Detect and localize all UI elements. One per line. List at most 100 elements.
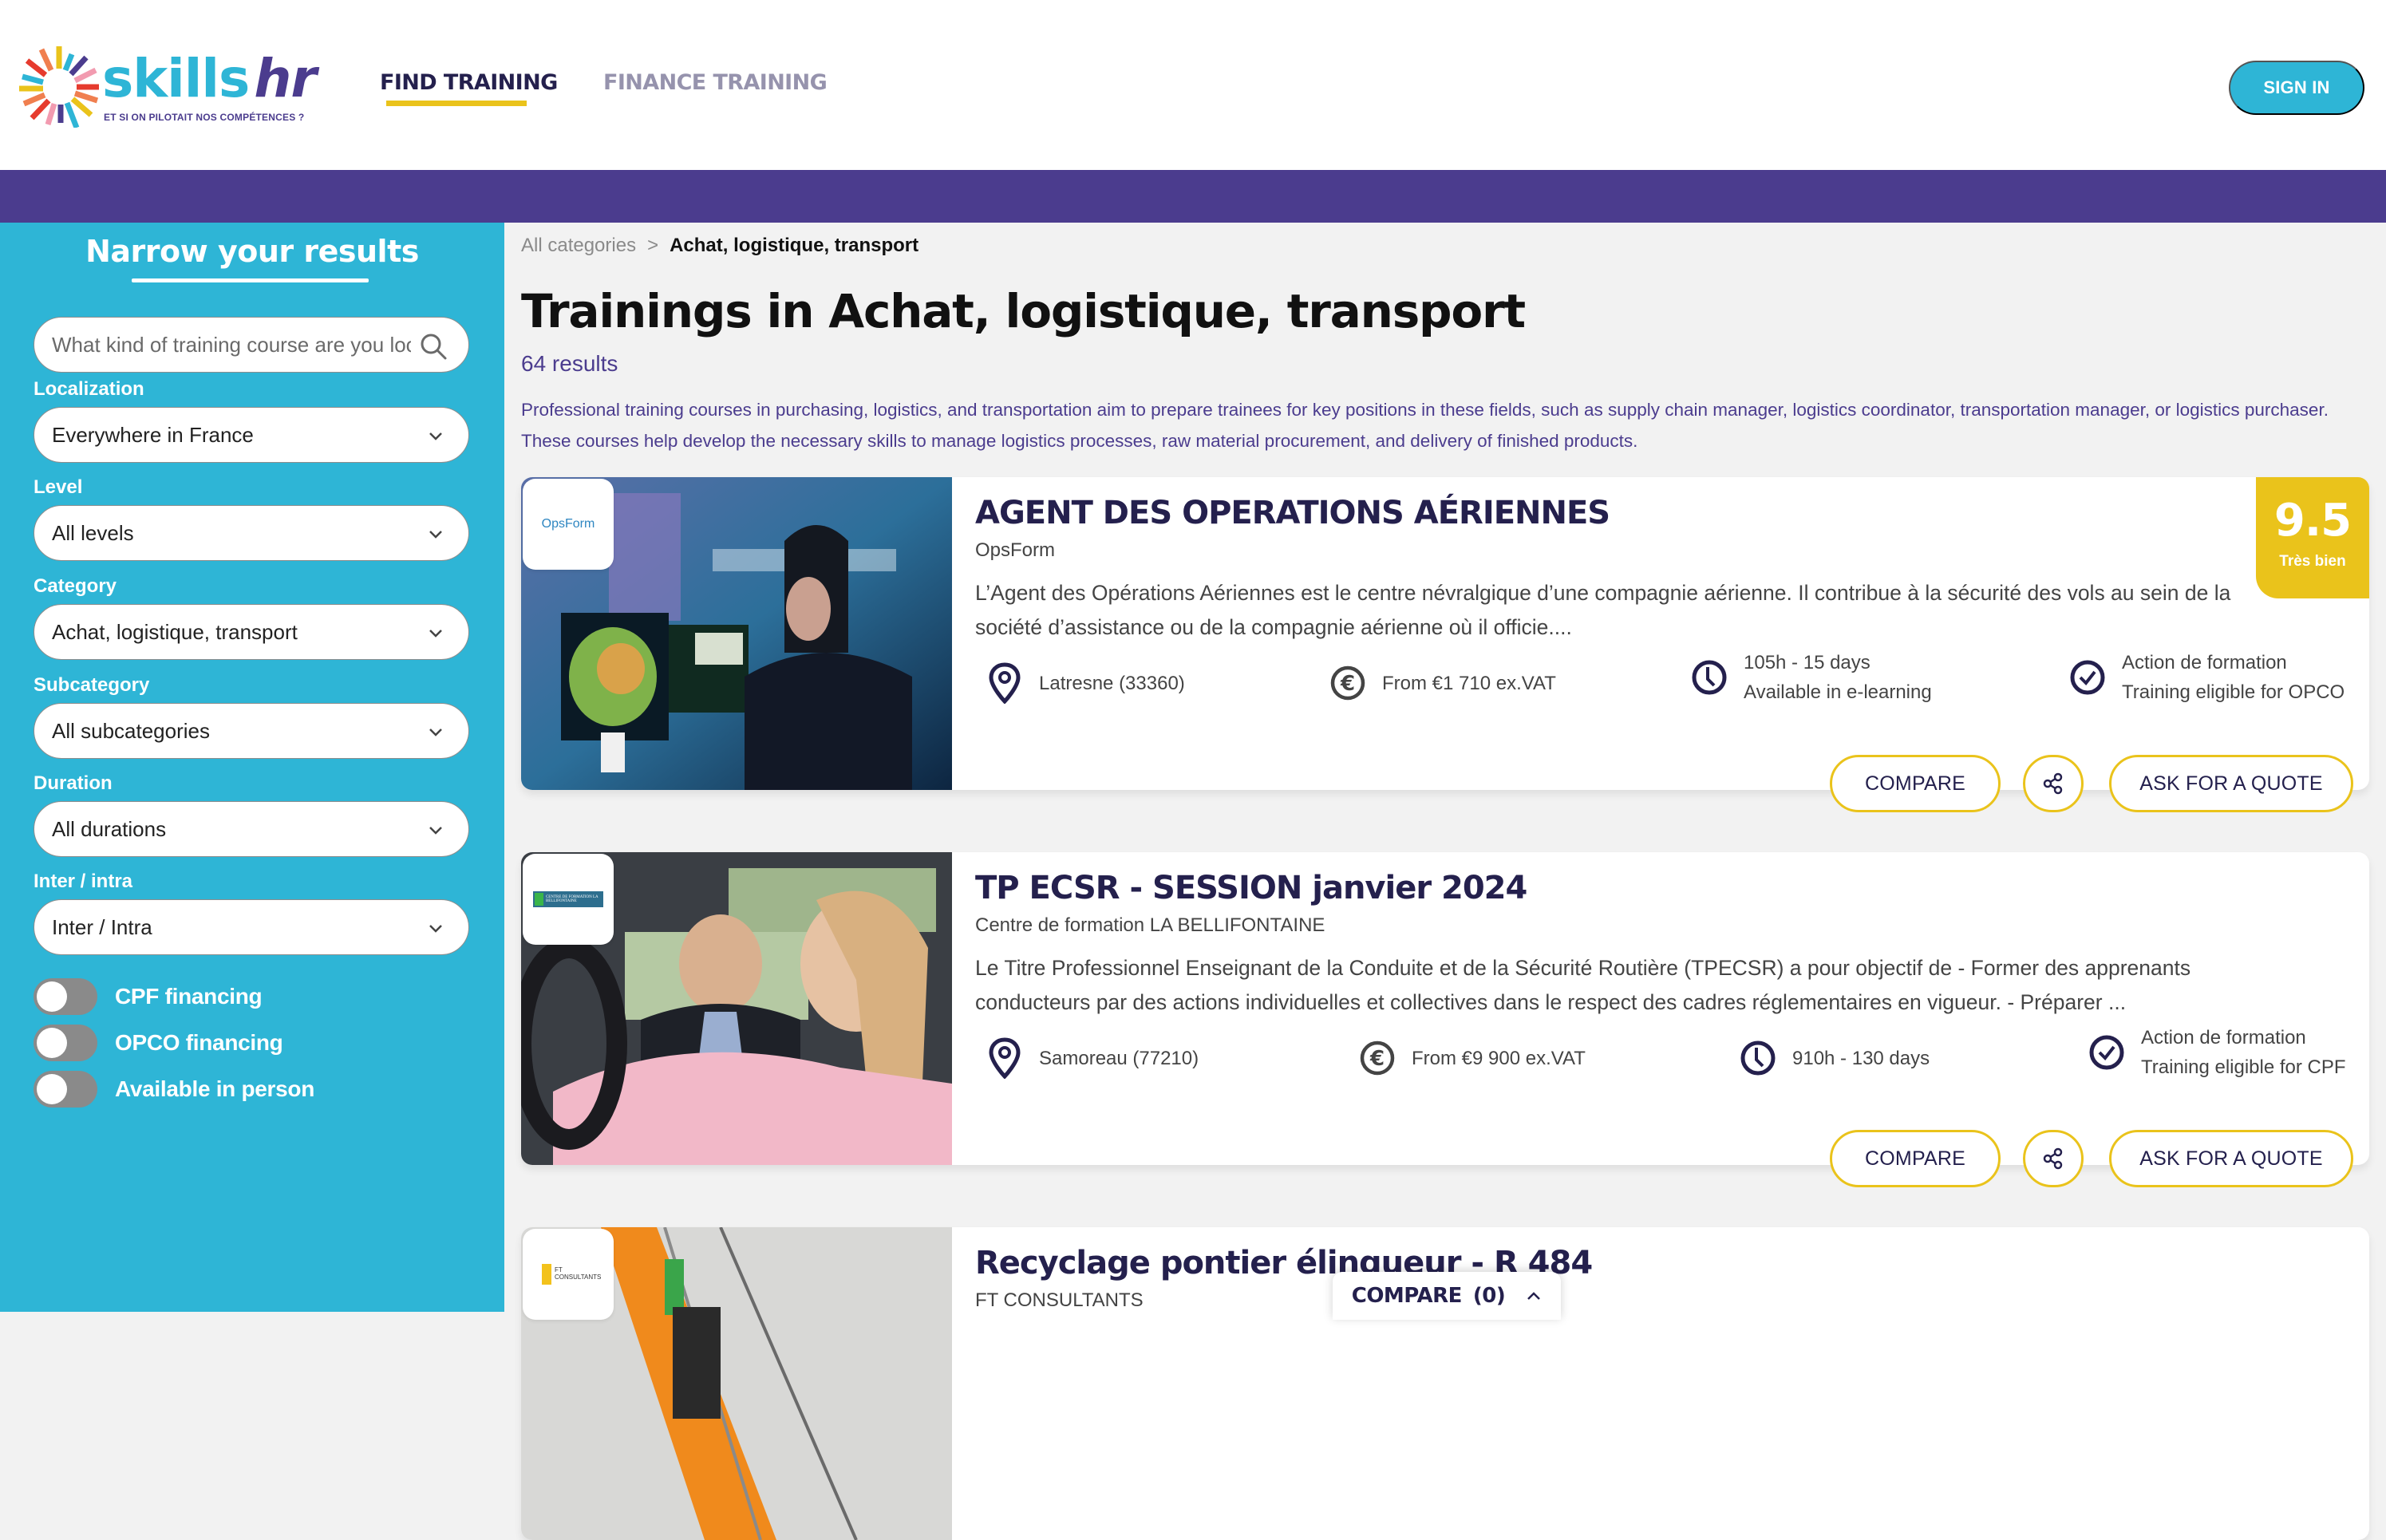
sign-in-button[interactable]: SIGN IN [2229, 61, 2364, 115]
search-icon[interactable] [419, 332, 448, 361]
eligibility-text: Action de formation Training eligible for… [2122, 648, 2345, 707]
location-info: Samoreau (77210) [986, 1037, 1199, 1079]
euro-icon: € [1330, 665, 1365, 701]
in-person-toggle[interactable] [34, 1071, 97, 1108]
provider-logo-banner: CENTRE DE FORMATION LA BELLIFONTAINE [533, 891, 603, 907]
training-description: Le Titre Professionnel Enseignant de la … [975, 956, 2191, 1014]
duration-label: Duration [34, 772, 113, 794]
duration-select[interactable]: All durations [34, 801, 469, 857]
chevron-down-icon [429, 827, 442, 835]
logo-skills: skills [102, 48, 250, 109]
price-info: € From €1 710 ex.VAT [1329, 662, 1556, 704]
provider-logo: CENTRE DE FORMATION LA BELLIFONTAINE [523, 854, 614, 945]
level-label: Level [34, 476, 83, 498]
clock-icon [1740, 1040, 1776, 1076]
in-person-label: Available in person [115, 1076, 315, 1101]
sunburst-logo-icon [19, 46, 99, 128]
training-action-type: Action de formation [2122, 652, 2287, 673]
localization-value: Everywhere in France [52, 422, 254, 447]
funding-eligibility: Training eligible for CPF [2141, 1056, 2346, 1078]
breadcrumb-all-categories[interactable]: All categories [521, 235, 636, 256]
in-person-toggle-row[interactable]: Available in person [34, 1071, 314, 1108]
training-search-field[interactable] [34, 317, 469, 373]
result-count: 64 results [521, 351, 618, 376]
breadcrumb: All categories > Achat, logistique, transp… [521, 235, 918, 257]
training-provider: FT CONSULTANTS [975, 1289, 1144, 1311]
provider-emblem-icon [542, 1264, 551, 1285]
location-pin-icon [989, 1037, 1021, 1079]
page-title: Trainings in Achat, logistique, transpor… [521, 284, 1526, 338]
provider-emblem-icon [535, 893, 543, 906]
duration-value: All durations [52, 816, 167, 841]
chevron-down-icon [429, 531, 442, 539]
sidebar-title-underline [132, 278, 369, 282]
training-image[interactable]: FT CONSULTANTS [521, 1227, 952, 1540]
toggle-knob [37, 981, 67, 1012]
opco-financing-toggle-row[interactable]: OPCO financing [34, 1025, 283, 1061]
training-image[interactable]: CENTRE DE FORMATION LA BELLIFONTAINE [521, 852, 952, 1165]
share-button[interactable] [2023, 755, 2084, 812]
location-text: Latresne (33360) [1039, 672, 1185, 694]
level-select[interactable]: All levels [34, 505, 469, 561]
localization-label: Localization [34, 378, 144, 400]
category-label: Category [34, 575, 117, 597]
price-text: From €9 900 ex.VAT [1412, 1047, 1586, 1069]
provider-logo: FT CONSULTANTS [523, 1229, 614, 1320]
training-search-input[interactable] [52, 332, 411, 357]
training-title[interactable]: AGENT DES OPERATIONS AÉRIENNES [975, 495, 1610, 531]
category-select[interactable]: Achat, logistique, transport [34, 604, 469, 660]
logo-hr: hr [254, 48, 317, 109]
training-card[interactable]: CENTRE DE FORMATION LA BELLIFONTAINE TP … [521, 852, 2369, 1187]
duration-info: 105h - 15 days Available in e-learning [1691, 648, 1932, 707]
category-description: Professional training courses in purchas… [521, 400, 2329, 451]
duration-text: 910h - 130 days [1792, 1047, 1930, 1069]
toggle-knob [37, 1074, 67, 1104]
eligibility-info: Action de formation Training eligible for… [2088, 1023, 2346, 1082]
funding-eligibility: Training eligible for OPCO [2122, 681, 2345, 703]
category-value: Achat, logistique, transport [52, 619, 298, 644]
chevron-up-icon [1527, 1292, 1541, 1300]
header-band [0, 170, 2386, 223]
active-nav-indicator [386, 101, 527, 106]
euro-icon: € [1360, 1040, 1395, 1076]
compare-button[interactable]: COMPARE [1830, 755, 2001, 812]
clock-icon [1692, 660, 1727, 695]
compare-count: (0) [1472, 1284, 1506, 1308]
ask-quote-button[interactable]: ASK FOR A QUOTE [2109, 1130, 2353, 1187]
logo-tagline: ET SI ON PILOTAIT NOS COMPÉTENCES ? [104, 112, 305, 123]
cpf-financing-toggle-row[interactable]: CPF financing [34, 978, 263, 1015]
nav-find-training[interactable]: FIND TRAINING [380, 70, 558, 95]
ask-quote-button[interactable]: ASK FOR A QUOTE [2109, 755, 2353, 812]
training-card[interactable]: OpsForm AGENT DES OPERATIONS AÉRIENNES O… [521, 477, 2369, 812]
breadcrumb-separator: > [647, 235, 659, 256]
filters-sidebar: Narrow your results Localization Everywh… [0, 223, 504, 1312]
compare-drawer-label: COMPARE [1351, 1284, 1463, 1308]
chevron-down-icon [429, 630, 442, 638]
duration-hours: 105h - 15 days [1744, 652, 1870, 673]
skillshr-logo[interactable]: skillshr ET SI ON PILOTAIT NOS COMPÉTENC… [19, 45, 317, 132]
sidebar-title: Narrow your results [85, 234, 419, 269]
cpf-financing-toggle[interactable] [34, 978, 97, 1015]
price-text: From €1 710 ex.VAT [1382, 672, 1556, 694]
training-description: L’Agent des Opérations Aériennes est le … [975, 581, 2231, 639]
rating-label: Très bien [2279, 553, 2346, 570]
share-button[interactable] [2023, 1130, 2084, 1187]
training-image[interactable]: OpsForm [521, 477, 952, 790]
eligibility-info: Action de formation Training eligible for… [2069, 648, 2345, 707]
eligibility-text: Action de formation Training eligible for… [2141, 1023, 2346, 1082]
opco-financing-toggle[interactable] [34, 1025, 97, 1061]
inter-intra-label: Inter / intra [34, 871, 133, 892]
training-provider: OpsForm [975, 539, 1056, 561]
compare-drawer-toggle[interactable]: COMPARE (0) [1333, 1272, 1561, 1320]
inter-intra-select[interactable]: Inter / Intra [34, 899, 469, 955]
location-pin-icon [989, 662, 1021, 704]
localization-select[interactable]: Everywhere in France [34, 407, 469, 463]
chevron-down-icon [429, 432, 442, 440]
duration-text: 105h - 15 days Available in e-learning [1744, 648, 1932, 707]
toggle-knob [37, 1028, 67, 1058]
cpf-financing-label: CPF financing [115, 984, 263, 1009]
compare-button[interactable]: COMPARE [1830, 1130, 2001, 1187]
nav-finance-training[interactable]: FINANCE TRAINING [603, 70, 828, 95]
training-title[interactable]: TP ECSR - SESSION janvier 2024 [975, 870, 1527, 906]
subcategory-select[interactable]: All subcategories [34, 703, 469, 759]
